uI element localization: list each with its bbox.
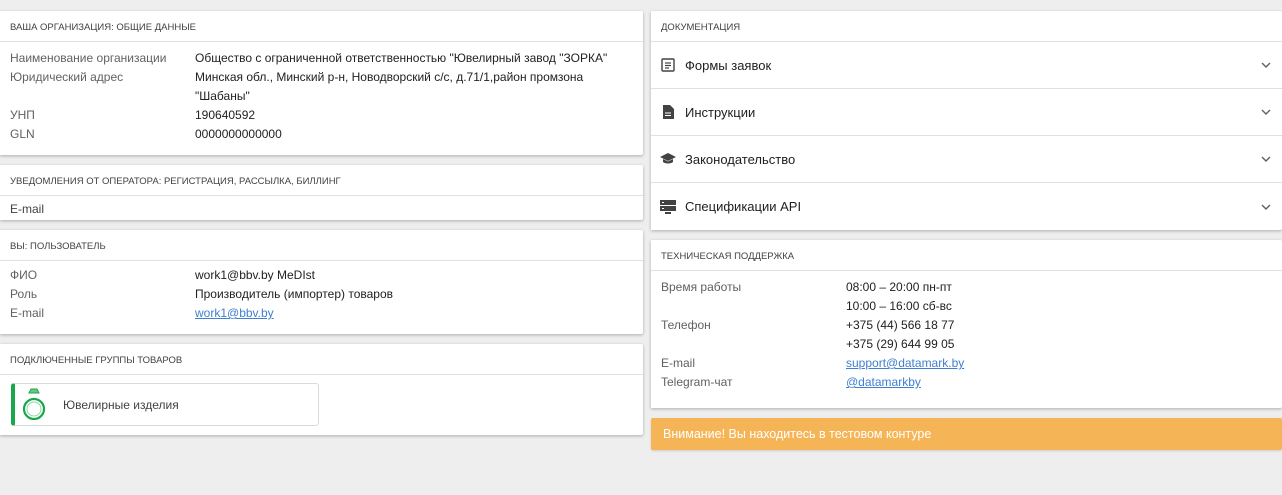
graduation-cap-icon [660,151,676,167]
support-email-row: E-mail support@datamark.by [661,354,1272,373]
user-name-label: ФИО [10,268,38,282]
org-unp-label: УНП [10,108,35,122]
support-telegram-link[interactable]: @datamarkby [846,375,921,389]
org-unp-row: УНП 190640592 [10,106,633,125]
product-groups-card: Подключенные группы товаров Ювелирные из… [0,344,643,435]
support-telegram-label: Telegram-чат [661,375,733,389]
user-details: ФИО work1@bbv.by MeDIst Роль Производите… [0,261,643,334]
product-group-jewelry[interactable]: Ювелирные изделия [11,383,319,426]
notifications-card-title: Уведомления от оператора: регистрация, р… [0,165,643,196]
user-email-label: E-mail [10,306,45,320]
product-groups-list: Ювелирные изделия [0,375,643,435]
org-name-row: Наименование организации Общество с огра… [10,49,633,68]
org-name-value: Общество с ограниченной ответственностью… [195,51,608,65]
user-name-row: ФИО work1@bbv.by MeDIst [10,266,633,285]
chevron-down-icon [1261,109,1271,115]
support-phone-label: Телефон [661,318,711,332]
user-role-label: Роль [10,287,38,301]
user-role-value: Производитель (импортер) товаров [195,287,393,301]
documentation-card: Документация Формы заявок Инструкции Зак… [651,11,1282,230]
support-hours-row: Время работы 08:00 – 20:00 пн-пт [661,278,1272,297]
product-group-label: Ювелирные изделия [63,397,179,412]
org-unp-value: 190640592 [195,108,256,122]
right-column: Документация Формы заявок Инструкции Зак… [651,11,1282,450]
support-phone-2: +375 (29) 644 99 05 [846,337,955,351]
product-groups-title: Подключенные группы товаров [0,344,643,375]
documentation-title: Документация [651,11,1282,42]
org-gln-row: GLN 0000000000000 [10,125,633,144]
docs-item-instructions[interactable]: Инструкции [651,89,1282,136]
org-details: Наименование организации Общество с огра… [0,42,643,155]
support-phone-row: Телефон +375 (44) 566 18 77 [661,316,1272,335]
docs-item-legislation-label: Законодательство [685,151,796,167]
notifications-email-label: E-mail [10,202,45,216]
test-environment-banner: Внимание! Вы находитесь в тестовом конту… [651,418,1282,450]
support-hours-label: Время работы [661,280,742,294]
docs-item-forms-label: Формы заявок [685,57,772,73]
user-card: Вы: пользователь ФИО work1@bbv.by MeDIst… [0,230,643,334]
org-card: Ваша организация: общие данные Наименова… [0,11,643,155]
docs-item-instructions-label: Инструкции [685,104,756,120]
chevron-down-icon [1261,156,1271,162]
support-phone-row-2: +375 (29) 644 99 05 [661,335,1272,354]
org-gln-label: GLN [10,127,35,141]
support-email-link[interactable]: support@datamark.by [846,356,964,370]
server-icon [660,199,676,215]
notifications-card: Уведомления от оператора: регистрация, р… [0,165,643,220]
user-name-value: work1@bbv.by MeDIst [195,268,315,282]
chevron-down-icon [1261,204,1271,210]
support-title: Техническая поддержка [651,240,1282,271]
chevron-down-icon [1261,62,1271,68]
docs-item-forms[interactable]: Формы заявок [651,42,1282,89]
support-hours-weekday: 08:00 – 20:00 пн-пт [846,280,952,294]
user-email-row: E-mail work1@bbv.by [10,304,633,323]
org-address-row: Юридический адрес Минская обл., Минский … [10,68,633,106]
org-gln-value: 0000000000000 [195,127,282,141]
support-hours-weekend: 10:00 – 16:00 сб-вс [846,299,952,313]
org-address-value: Минская обл., Минский р-н, Новодворский … [195,70,584,103]
user-email-link[interactable]: work1@bbv.by [195,306,274,320]
user-role-row: Роль Производитель (импортер) товаров [10,285,633,304]
ring-icon [22,388,46,420]
form-icon [660,57,676,73]
support-telegram-row: Telegram-чат @datamarkby [661,373,1272,392]
org-name-label: Наименование организации [10,51,167,65]
support-email-label: E-mail [661,356,696,370]
docs-item-api-spec-label: Спецификации API [685,199,802,214]
docs-item-api-spec[interactable]: Спецификации API [651,183,1282,230]
org-card-title: Ваша организация: общие данные [0,11,643,42]
user-card-title: Вы: пользователь [0,230,643,261]
document-icon [660,104,676,120]
support-hours-row-2: 10:00 – 16:00 сб-вс [661,297,1272,316]
left-column: Ваша организация: общие данные Наименова… [0,11,643,445]
support-phone-1: +375 (44) 566 18 77 [846,318,955,332]
support-details: Время работы 08:00 – 20:00 пн-пт 10:00 –… [651,271,1282,408]
org-address-label: Юридический адрес [10,70,124,84]
docs-item-legislation[interactable]: Законодательство [651,136,1282,183]
support-card: Техническая поддержка Время работы 08:00… [651,240,1282,408]
